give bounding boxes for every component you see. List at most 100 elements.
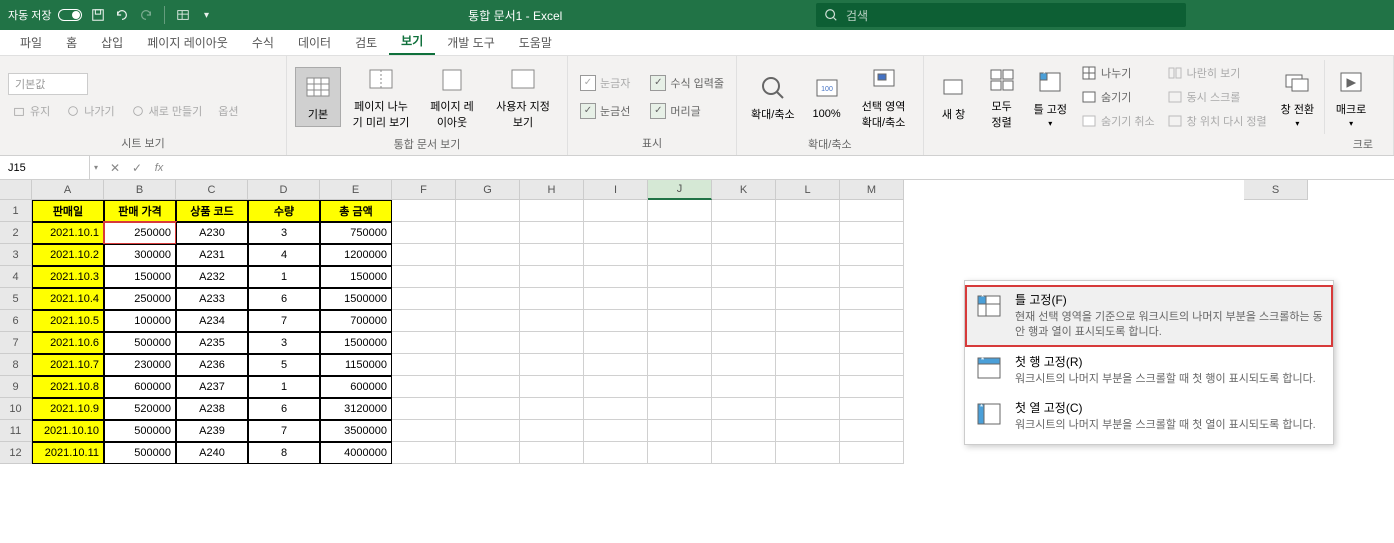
normal-view-button[interactable]: 기본 bbox=[295, 67, 341, 127]
empty-cell[interactable] bbox=[712, 398, 776, 420]
empty-cell[interactable] bbox=[648, 354, 712, 376]
empty-cell[interactable] bbox=[648, 244, 712, 266]
row-header-6[interactable]: 6 bbox=[0, 310, 32, 332]
empty-cell[interactable] bbox=[648, 376, 712, 398]
search-box[interactable]: 검색 bbox=[816, 3, 1186, 27]
table-cell[interactable]: 2021.10.5 bbox=[32, 310, 104, 332]
table-cell[interactable]: 6 bbox=[248, 288, 320, 310]
empty-cell[interactable] bbox=[456, 222, 520, 244]
empty-cell[interactable] bbox=[392, 288, 456, 310]
empty-cell[interactable] bbox=[584, 332, 648, 354]
empty-cell[interactable] bbox=[392, 420, 456, 442]
fx-icon[interactable]: fx bbox=[150, 159, 168, 177]
table-header[interactable]: 상품 코드 bbox=[176, 200, 248, 222]
redo-icon[interactable] bbox=[138, 7, 154, 23]
table-cell[interactable]: 2021.10.10 bbox=[32, 420, 104, 442]
empty-cell[interactable] bbox=[776, 420, 840, 442]
table-cell[interactable]: 2021.10.3 bbox=[32, 266, 104, 288]
table-header[interactable]: 판매 가격 bbox=[104, 200, 176, 222]
row-header-1[interactable]: 1 bbox=[0, 200, 32, 222]
col-header-L[interactable]: L bbox=[776, 180, 840, 200]
empty-cell[interactable] bbox=[776, 244, 840, 266]
freeze-panes-menuitem[interactable]: * 틀 고정(F) 현재 선택 영역을 기준으로 워크시트의 나머지 부분을 스… bbox=[965, 285, 1333, 347]
col-header-M[interactable]: M bbox=[840, 180, 904, 200]
col-header-F[interactable]: F bbox=[392, 180, 456, 200]
empty-cell[interactable] bbox=[520, 354, 584, 376]
empty-cell[interactable] bbox=[840, 376, 904, 398]
empty-cell[interactable] bbox=[776, 266, 840, 288]
table-cell[interactable]: A240 bbox=[176, 442, 248, 464]
empty-cell[interactable] bbox=[520, 244, 584, 266]
empty-cell[interactable] bbox=[392, 200, 456, 222]
table-cell[interactable]: 2021.10.4 bbox=[32, 288, 104, 310]
name-box[interactable]: J15 bbox=[0, 156, 90, 179]
tab-review[interactable]: 검토 bbox=[343, 30, 389, 55]
empty-cell[interactable] bbox=[584, 398, 648, 420]
empty-cell[interactable] bbox=[840, 354, 904, 376]
new-window-button[interactable]: 새 창 bbox=[932, 68, 976, 126]
switch-windows-button[interactable]: 창 전환 ▾ bbox=[1275, 63, 1320, 132]
table-cell[interactable]: 700000 bbox=[320, 310, 392, 332]
empty-cell[interactable] bbox=[456, 310, 520, 332]
table-cell[interactable]: 1200000 bbox=[320, 244, 392, 266]
table-cell[interactable]: 100000 bbox=[104, 310, 176, 332]
tab-file[interactable]: 파일 bbox=[8, 30, 54, 55]
table-cell[interactable]: 7 bbox=[248, 310, 320, 332]
empty-cell[interactable] bbox=[392, 222, 456, 244]
table-header[interactable]: 총 금액 bbox=[320, 200, 392, 222]
table-cell[interactable]: A237 bbox=[176, 376, 248, 398]
empty-cell[interactable] bbox=[584, 376, 648, 398]
table-cell[interactable]: 5 bbox=[248, 354, 320, 376]
empty-cell[interactable] bbox=[712, 376, 776, 398]
empty-cell[interactable] bbox=[712, 442, 776, 464]
table-cell[interactable]: 2021.10.9 bbox=[32, 398, 104, 420]
tab-help[interactable]: 도움말 bbox=[507, 30, 564, 55]
empty-cell[interactable] bbox=[584, 266, 648, 288]
empty-cell[interactable] bbox=[840, 310, 904, 332]
empty-cell[interactable] bbox=[456, 398, 520, 420]
table-cell[interactable]: 1500000 bbox=[320, 332, 392, 354]
empty-cell[interactable] bbox=[648, 288, 712, 310]
freeze-panes-button[interactable]: * 틀 고정 ▾ bbox=[1028, 63, 1073, 132]
name-box-dropdown-icon[interactable]: ▾ bbox=[90, 163, 102, 172]
headings-check[interactable]: ✓머리글 bbox=[646, 101, 704, 121]
table-cell[interactable]: 2021.10.11 bbox=[32, 442, 104, 464]
row-header-11[interactable]: 11 bbox=[0, 420, 32, 442]
empty-cell[interactable] bbox=[584, 244, 648, 266]
row-header-12[interactable]: 12 bbox=[0, 442, 32, 464]
empty-cell[interactable] bbox=[712, 266, 776, 288]
table-cell[interactable]: A239 bbox=[176, 420, 248, 442]
empty-cell[interactable] bbox=[648, 222, 712, 244]
enter-icon[interactable]: ✓ bbox=[128, 159, 146, 177]
empty-cell[interactable] bbox=[456, 376, 520, 398]
empty-cell[interactable] bbox=[712, 420, 776, 442]
row-header-5[interactable]: 5 bbox=[0, 288, 32, 310]
empty-cell[interactable] bbox=[776, 288, 840, 310]
empty-cell[interactable] bbox=[392, 310, 456, 332]
col-header-B[interactable]: B bbox=[104, 180, 176, 200]
empty-cell[interactable] bbox=[776, 200, 840, 222]
table-cell[interactable]: 6 bbox=[248, 398, 320, 420]
table-cell[interactable]: 150000 bbox=[320, 266, 392, 288]
empty-cell[interactable] bbox=[392, 332, 456, 354]
save-icon[interactable] bbox=[90, 7, 106, 23]
row-header-4[interactable]: 4 bbox=[0, 266, 32, 288]
col-header-D[interactable]: D bbox=[248, 180, 320, 200]
empty-cell[interactable] bbox=[648, 420, 712, 442]
empty-cell[interactable] bbox=[840, 222, 904, 244]
empty-cell[interactable] bbox=[584, 288, 648, 310]
empty-cell[interactable] bbox=[648, 200, 712, 222]
empty-cell[interactable] bbox=[392, 398, 456, 420]
empty-cell[interactable] bbox=[520, 222, 584, 244]
empty-cell[interactable] bbox=[456, 354, 520, 376]
empty-cell[interactable] bbox=[584, 222, 648, 244]
table-cell[interactable]: 8 bbox=[248, 442, 320, 464]
table-cell[interactable]: 4 bbox=[248, 244, 320, 266]
tab-developer[interactable]: 개발 도구 bbox=[435, 30, 507, 55]
table-cell[interactable]: A235 bbox=[176, 332, 248, 354]
freeze-first-col-menuitem[interactable]: * 첫 열 고정(C) 워크시트의 나머지 부분을 스크롤할 때 첫 열이 표시… bbox=[965, 393, 1333, 439]
empty-cell[interactable] bbox=[648, 310, 712, 332]
table-cell[interactable]: A234 bbox=[176, 310, 248, 332]
arrange-button[interactable]: 모두 정렬 bbox=[980, 60, 1024, 134]
tab-pagelayout[interactable]: 페이지 레이아웃 bbox=[135, 30, 240, 55]
